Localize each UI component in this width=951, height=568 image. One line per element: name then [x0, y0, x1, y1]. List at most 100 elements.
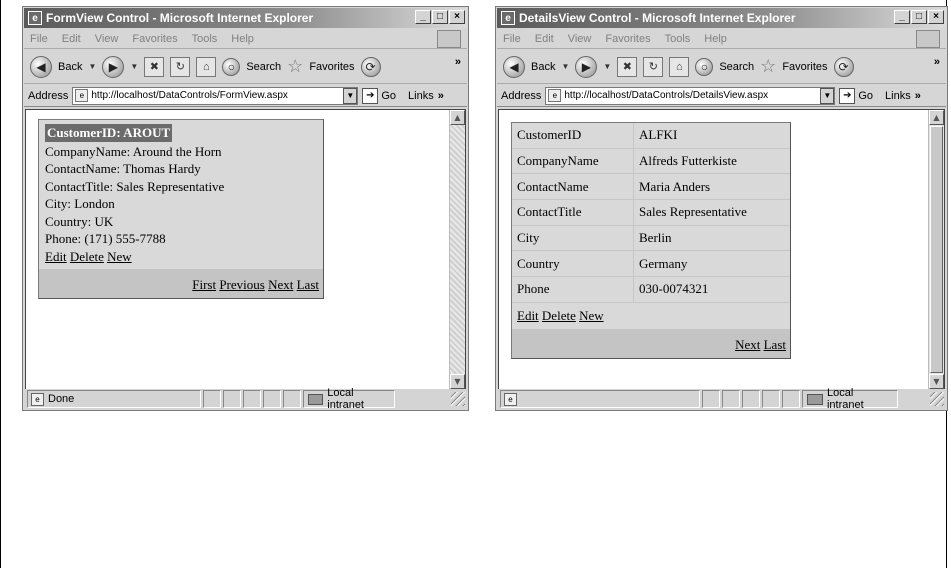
menu-tools[interactable]: Tools: [665, 33, 691, 45]
favorites-button[interactable]: Favorites: [309, 61, 354, 73]
stop-icon[interactable]: ✖: [617, 56, 638, 77]
favorites-star-icon[interactable]: ☆: [760, 56, 776, 77]
forward-dropdown-icon[interactable]: ▼: [130, 62, 138, 71]
pager-last-link[interactable]: Last: [297, 277, 319, 292]
toolbar-more-chevron[interactable]: »: [934, 56, 940, 68]
favorites-star-icon[interactable]: ☆: [287, 56, 303, 77]
media-icon[interactable]: ⟳: [833, 56, 854, 77]
menu-file[interactable]: File: [503, 33, 521, 45]
scroll-up-icon[interactable]: ▲: [450, 110, 465, 125]
menu-help[interactable]: Help: [231, 33, 254, 45]
stop-icon[interactable]: ✖: [144, 56, 165, 77]
links-button[interactable]: Links: [885, 90, 911, 102]
menu-view[interactable]: View: [95, 33, 119, 45]
back-button[interactable]: Back: [58, 61, 82, 73]
detail-value: Sales Representative: [639, 204, 747, 220]
back-arrow-icon[interactable]: ◀: [503, 55, 525, 78]
scroll-thumb[interactable]: [930, 126, 943, 373]
field-company-name: CompanyName: Around the Horn: [45, 143, 222, 159]
menu-favorites[interactable]: Favorites: [132, 33, 177, 45]
toolbar-more-chevron[interactable]: »: [455, 56, 461, 68]
field-contact-name: ContactName: Thomas Hardy: [45, 161, 201, 176]
go-arrow-icon: ➔: [362, 87, 379, 104]
address-input[interactable]: e http://localhost/DataControls/FormView…: [72, 86, 359, 105]
close-button[interactable]: ×: [449, 10, 465, 24]
address-dropdown-icon[interactable]: ▼: [343, 87, 358, 104]
formview-control: CustomerID: AROUT CompanyName: Around th…: [38, 119, 324, 299]
menu-help[interactable]: Help: [704, 33, 727, 45]
refresh-icon[interactable]: ↻: [170, 56, 191, 77]
title-bar: e FormView Control - Microsoft Internet …: [24, 8, 467, 28]
detail-key: Country: [512, 251, 634, 277]
edit-link[interactable]: Edit: [45, 249, 67, 264]
search-icon[interactable]: ○: [222, 57, 241, 76]
links-more-chevron[interactable]: »: [915, 90, 921, 102]
links-more-chevron[interactable]: »: [438, 90, 444, 102]
scroll-down-icon[interactable]: ▼: [929, 374, 944, 389]
search-button[interactable]: Search: [719, 61, 754, 73]
media-icon[interactable]: ⟳: [360, 56, 381, 77]
menu-view[interactable]: View: [568, 33, 592, 45]
go-button[interactable]: ➔ Go: [839, 87, 873, 104]
go-label: Go: [381, 89, 397, 102]
home-icon[interactable]: ⌂: [196, 56, 217, 77]
search-button[interactable]: Search: [246, 61, 281, 73]
scroll-down-icon[interactable]: ▼: [450, 374, 465, 389]
back-arrow-icon[interactable]: ◀: [30, 55, 52, 78]
maximize-button[interactable]: □: [911, 10, 927, 24]
delete-link[interactable]: Delete: [542, 308, 576, 324]
favorites-button[interactable]: Favorites: [782, 61, 827, 73]
resize-grip[interactable]: [930, 392, 944, 406]
minimize-button[interactable]: _: [894, 10, 910, 24]
menu-bar: File Edit View Favorites Tools Help: [497, 29, 946, 49]
pager-next-link[interactable]: Next: [268, 277, 293, 292]
ie-app-icon: e: [28, 11, 42, 25]
scroll-up-icon[interactable]: ▲: [929, 110, 944, 125]
close-button[interactable]: ×: [928, 10, 944, 24]
address-dropdown-icon[interactable]: ▼: [820, 87, 835, 104]
menu-edit[interactable]: Edit: [62, 33, 81, 45]
title-bar: e DetailsView Control - Microsoft Intern…: [497, 8, 946, 28]
security-zone: Local intranet: [802, 387, 898, 410]
detailsview-browser-window: e DetailsView Control - Microsoft Intern…: [495, 6, 948, 411]
status-cell: [203, 390, 221, 408]
field-city: City: London: [45, 196, 115, 211]
pager-next-link[interactable]: Next: [735, 337, 760, 352]
menu-favorites[interactable]: Favorites: [605, 33, 650, 45]
pager-first-link[interactable]: First: [192, 277, 216, 292]
status-cell: [263, 390, 281, 408]
forward-arrow-icon[interactable]: ▶: [102, 55, 125, 78]
menu-tools[interactable]: Tools: [192, 33, 218, 45]
detail-key: Phone: [512, 277, 634, 302]
status-cell: [223, 390, 241, 408]
vertical-scrollbar[interactable]: ▲ ▼: [449, 110, 465, 389]
back-dropdown-icon[interactable]: ▼: [88, 62, 96, 71]
resize-grip[interactable]: [451, 392, 465, 406]
back-dropdown-icon[interactable]: ▼: [561, 62, 569, 71]
menu-edit[interactable]: Edit: [535, 33, 554, 45]
delete-link[interactable]: Delete: [70, 249, 104, 264]
status-cell: [722, 390, 740, 408]
home-icon[interactable]: ⌂: [669, 56, 690, 77]
edit-link[interactable]: Edit: [517, 308, 539, 324]
windows-logo-icon: [916, 30, 940, 48]
new-link[interactable]: New: [579, 308, 604, 324]
search-icon[interactable]: ○: [695, 57, 714, 76]
forward-dropdown-icon[interactable]: ▼: [603, 62, 611, 71]
menu-file[interactable]: File: [30, 33, 48, 45]
vertical-scrollbar[interactable]: ▲ ▼: [928, 110, 944, 389]
pager-previous-link[interactable]: Previous: [219, 277, 265, 292]
back-button[interactable]: Back: [531, 61, 555, 73]
maximize-button[interactable]: □: [432, 10, 448, 24]
links-button[interactable]: Links: [408, 90, 434, 102]
minimize-button[interactable]: _: [415, 10, 431, 24]
toolbar: ◀ Back ▼ ▶ ▼ ✖ ↻ ⌂ ○ Search ☆ Favorites …: [497, 50, 946, 84]
go-button[interactable]: ➔ Go: [362, 87, 397, 104]
refresh-icon[interactable]: ↻: [643, 56, 664, 77]
address-input[interactable]: e http://localhost/DataControls/DetailsV…: [545, 86, 836, 105]
pager-last-link[interactable]: Last: [764, 337, 786, 352]
status-cell: [283, 390, 301, 408]
forward-arrow-icon[interactable]: ▶: [575, 55, 598, 78]
field-phone: Phone: (171) 555-7788: [45, 231, 166, 246]
new-link[interactable]: New: [107, 249, 132, 264]
